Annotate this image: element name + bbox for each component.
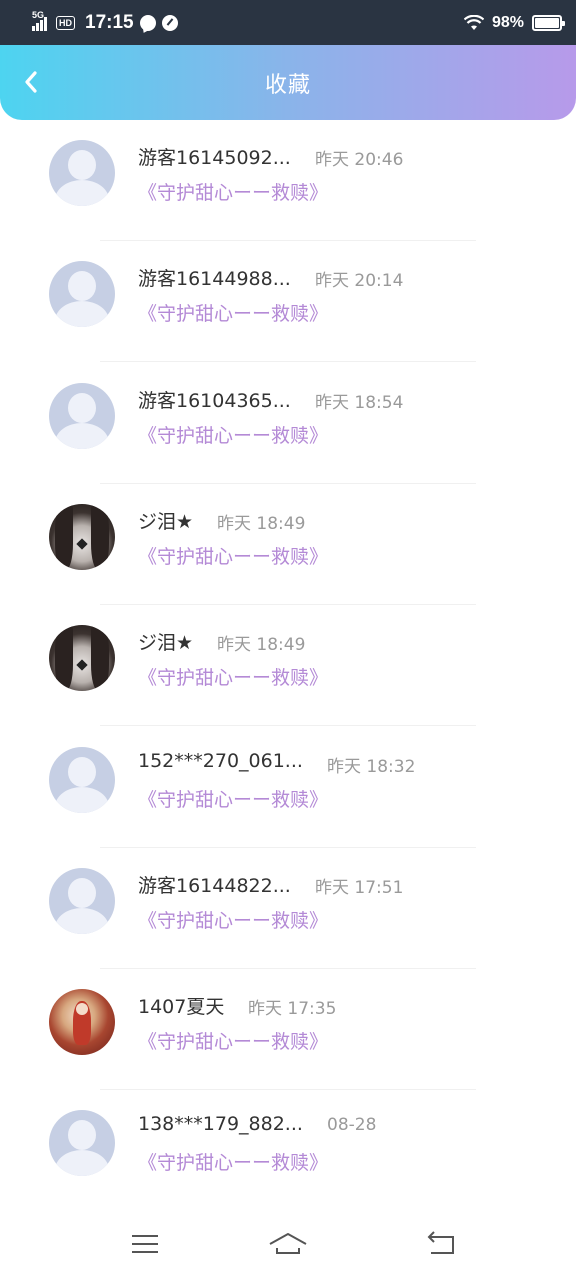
avatar[interactable] [49,746,115,813]
work-title[interactable]: 《守护甜心ーー救赎》 [138,421,328,448]
user-name: 游客16145092... [138,147,291,169]
avatar[interactable] [49,1110,115,1177]
list-item[interactable]: 138***179_882... 08-28 《守护甜心ーー救赎》 [0,1090,576,1212]
list-item[interactable]: 游客16104365... 昨天 18:54 《守护甜心ーー救赎》 [0,363,576,484]
return-button[interactable] [420,1228,460,1260]
status-bar: 5G HD 17:15 98% [0,0,576,45]
work-title[interactable]: 《守护甜心ーー救赎》 [138,663,328,690]
home-icon [269,1233,307,1254]
battery-percent: 98% [491,13,524,31]
timestamp: 昨天 18:49 [217,635,306,656]
menu-icon [132,1235,158,1253]
signal-icon: 5G [32,10,47,31]
timestamp: 昨天 18:49 [217,513,306,534]
timestamp: 昨天 20:46 [315,150,404,170]
avatar[interactable] [49,382,115,449]
avatar[interactable] [49,867,115,934]
menu-button[interactable] [125,1228,165,1260]
avatar[interactable] [49,261,115,328]
timestamp: 昨天 17:35 [248,999,337,1020]
back-button[interactable] [14,65,48,99]
hd-icon: HD [56,15,75,30]
work-title[interactable]: 《守护甜心ーー救赎》 [138,906,328,933]
wifi-icon [463,14,484,30]
list-item[interactable]: 游客16144988... 昨天 20:14 《守护甜心ーー救赎》 [0,241,576,363]
timestamp: 昨天 18:54 [315,392,404,413]
timestamp: 昨天 20:14 [315,271,404,292]
system-nav-bar [0,1208,576,1280]
user-name: 138***179_882... [138,1113,303,1136]
user-name: 游客16144988... [138,268,291,291]
work-title[interactable]: 《守护甜心ーー救赎》 [138,1027,328,1054]
list-item[interactable]: 152***270_061... 昨天 18:32 《守护甜心ーー救赎》 [0,727,576,848]
header-bar: 收藏 [0,45,576,120]
user-name: 游客16104365... [138,389,291,412]
work-title[interactable]: 《守护甜心ーー救赎》 [138,542,328,569]
user-name: 1407夏天 [138,996,225,1019]
chevron-left-icon [25,71,37,93]
avatar[interactable] [49,503,115,570]
list-item[interactable]: 游客16144822... 昨天 17:51 《守护甜心ーー救赎》 [0,848,576,969]
user-name: ジ泪★ [138,632,194,655]
status-time: 17:15 [85,11,134,33]
work-title[interactable]: 《守护甜心ーー救赎》 [138,178,328,205]
list-item[interactable]: ジ泪★ 昨天 18:49 《守护甜心ーー救赎》 [0,484,576,605]
avatar[interactable] [49,989,115,1056]
list-item[interactable]: 1407夏天 昨天 17:35 《守护甜心ーー救赎》 [0,969,576,1091]
work-title[interactable]: 《守护甜心ーー救赎》 [138,785,328,812]
network-type: 5G [32,9,45,20]
timestamp: 08-28 [327,1115,377,1136]
back-icon [427,1231,454,1254]
timestamp: 昨天 18:32 [327,756,416,777]
battery-icon [532,14,565,31]
work-title[interactable]: 《守护甜心ーー救赎》 [138,1148,328,1175]
avatar[interactable] [49,625,115,692]
message-icon [139,14,156,31]
timestamp: 昨天 17:51 [315,877,404,898]
user-name: 游客16144822... [138,874,291,897]
compass-icon [161,14,178,31]
user-name: 152***270_061... [138,749,303,772]
avatar[interactable] [49,140,115,206]
user-name: ジ泪★ [138,510,194,533]
list-item[interactable]: ジ泪★ 昨天 18:49 《守护甜心ーー救赎》 [0,605,576,727]
work-title[interactable]: 《守护甜心ーー救赎》 [138,299,328,326]
list-item[interactable]: 游客16145092... 昨天 20:46 《守护甜心ーー救赎》 [0,120,576,241]
page-title: 收藏 [264,72,311,98]
home-button[interactable] [268,1228,308,1260]
